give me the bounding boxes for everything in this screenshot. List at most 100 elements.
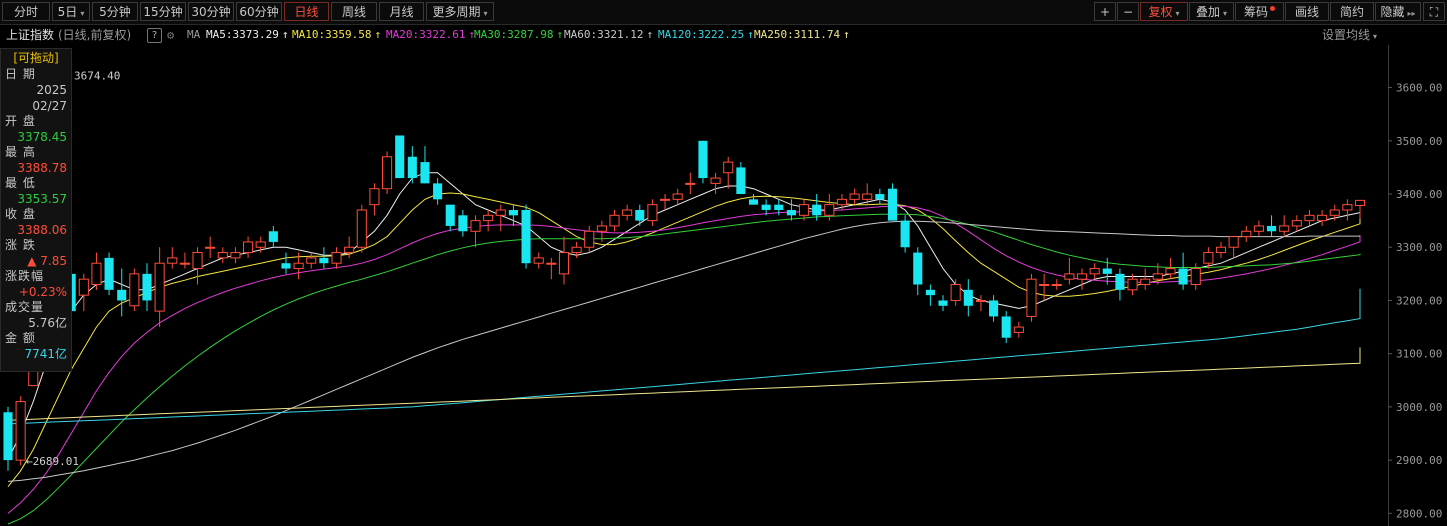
toolbar-button[interactable]: 简约 <box>1330 2 1374 21</box>
candle-body <box>420 162 430 184</box>
info-value: 5.76亿 <box>28 316 67 330</box>
candle-body <box>369 188 380 206</box>
candle-body <box>761 204 771 210</box>
y-tick-label: 2900.00 <box>1396 454 1442 467</box>
info-value: +0.23% <box>18 285 67 299</box>
info-label: 最 高 <box>5 145 36 159</box>
y-tick-label: 3400.00 <box>1396 188 1442 201</box>
period-tab[interactable]: 5分钟 <box>92 2 138 21</box>
high-marker: 3674.40 <box>74 70 120 83</box>
candle-body <box>104 257 114 290</box>
candle-body <box>230 252 241 259</box>
candle-body <box>1102 268 1112 274</box>
info-label: 成交量 <box>5 300 45 314</box>
candle-body <box>774 204 784 210</box>
period-tab[interactable]: 分时 <box>2 2 50 21</box>
ma-settings-button[interactable]: 设置均线 ▾ <box>1322 25 1377 47</box>
info-value: ▲ 7.85 <box>27 254 67 268</box>
candle-body <box>129 273 140 307</box>
candle-body <box>950 284 961 301</box>
y-tick-label: 3100.00 <box>1396 348 1442 361</box>
candle-body <box>1165 268 1176 275</box>
candle-body <box>255 241 266 248</box>
candle-body <box>1051 284 1062 286</box>
candle-body <box>875 194 885 200</box>
ma-line <box>7 213 1361 525</box>
info-panel[interactable]: [可拖动] 日 期 2025 02/27 开 盘 3378.45 最 高 3388.78 最 低… <box>0 48 72 372</box>
period-tab[interactable]: 更多周期 ▾ <box>426 2 494 21</box>
candle-body <box>748 199 759 205</box>
kline-chart[interactable]: 3600.00 3500.00 3400.00 3300.00 3200.00 3100.… <box>0 45 1447 526</box>
candle-body <box>179 262 190 265</box>
ma-label: MA <box>187 28 201 41</box>
candle-body <box>1013 326 1024 333</box>
candle-body <box>433 183 443 200</box>
candle-body <box>1190 268 1201 286</box>
info-label: 日 期 <box>5 67 36 81</box>
candle-body <box>1178 268 1188 285</box>
toolbar-button[interactable]: 复权 ▾ <box>1140 2 1188 21</box>
candle-body <box>584 230 595 248</box>
help-icon[interactable]: ? <box>147 28 162 43</box>
candle-body <box>698 140 708 179</box>
candle-body <box>609 214 620 227</box>
candle-body <box>243 241 254 254</box>
candle-body <box>78 278 89 296</box>
index-title: 上证指数 <box>6 28 55 42</box>
period-tab[interactable]: 15分钟 <box>140 2 186 21</box>
candle-body <box>963 289 973 306</box>
info-label: 金 额 <box>5 331 36 345</box>
candle-body <box>1026 278 1037 317</box>
toolbar-button[interactable]: 叠加 ▾ <box>1189 2 1234 21</box>
zoom-in-button[interactable]: + <box>1094 2 1116 21</box>
candle-body <box>1089 268 1100 275</box>
candle-body <box>622 209 633 216</box>
up-arrow-icon: ↑ <box>843 28 850 41</box>
candle-body <box>1291 220 1302 227</box>
zoom-out-button[interactable]: − <box>1117 2 1139 21</box>
gear-icon[interactable]: ⚙ <box>167 25 174 45</box>
ma-line <box>7 205 1361 514</box>
candle-body <box>91 262 102 285</box>
info-label: 开 盘 <box>5 114 36 128</box>
period-tab[interactable]: 日线 <box>284 2 329 21</box>
candle-body <box>470 220 481 232</box>
period-tab[interactable]: 60分钟 <box>236 2 282 21</box>
candle-body <box>913 252 923 285</box>
period-tab[interactable]: 30分钟 <box>188 2 234 21</box>
candle-body <box>546 262 557 265</box>
candle-body <box>1253 225 1264 232</box>
candle-body <box>1317 214 1328 222</box>
info-label: 最 低 <box>5 176 36 190</box>
toolbar-button[interactable]: 隐藏 ▸▸ <box>1375 2 1421 21</box>
up-arrow-icon: ↑ <box>556 28 564 41</box>
up-arrow-icon: ↑ <box>374 28 382 41</box>
candle-body <box>571 246 582 254</box>
candle-body <box>1241 230 1252 238</box>
candle-body <box>710 177 721 184</box>
candle-body <box>812 204 822 216</box>
candle-body <box>723 161 734 174</box>
period-tab[interactable]: 月线 <box>379 2 424 21</box>
candle-body <box>1127 278 1138 291</box>
candle-body <box>1267 225 1277 232</box>
candle-body <box>533 257 544 264</box>
chevron-down-icon: ▾ <box>1223 9 1228 18</box>
period-tab[interactable]: 5日 ▾ <box>52 2 90 21</box>
candle-body <box>154 262 165 312</box>
candle-body <box>659 198 671 201</box>
ma-value: MA120:3222.25 ↑ <box>658 28 754 41</box>
candle-body <box>647 204 658 222</box>
candle-body <box>635 209 645 221</box>
candle-body <box>268 231 278 242</box>
period-tab[interactable]: 周线 <box>331 2 377 21</box>
up-arrow-icon: ↑ <box>281 28 289 41</box>
toolbar-button[interactable]: 筹码 <box>1235 2 1284 21</box>
chevron-down-icon: ▾ <box>80 9 85 18</box>
drag-handle[interactable]: [可拖动] <box>1 49 71 67</box>
candle-body <box>1039 284 1050 286</box>
chevron-down-icon: ▾ <box>1175 9 1180 18</box>
candle-body <box>1342 204 1353 211</box>
expand-icon[interactable]: ⛶ <box>1423 2 1445 21</box>
toolbar-button[interactable]: 画线 <box>1285 2 1329 21</box>
